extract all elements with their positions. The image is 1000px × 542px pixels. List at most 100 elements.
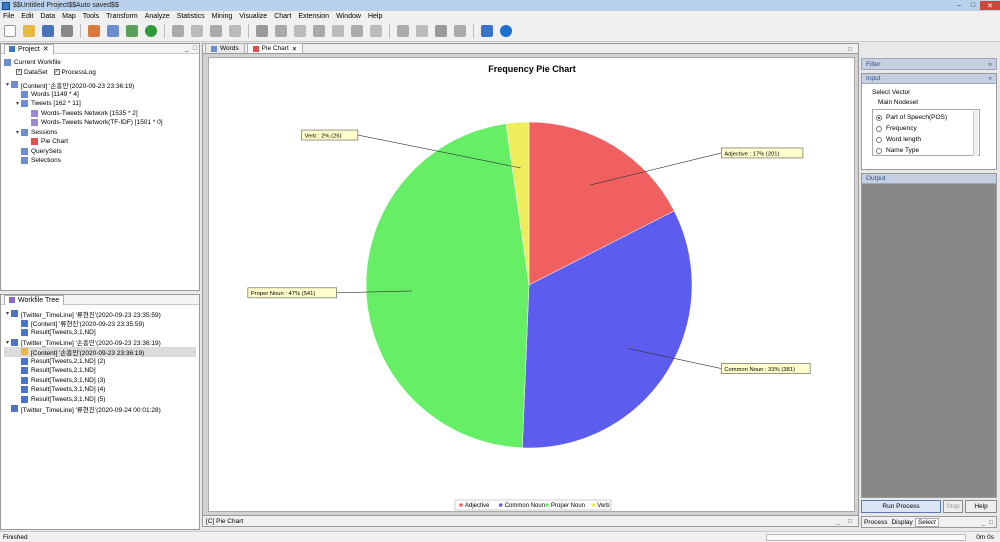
vector-option[interactable]: Frequency <box>876 123 976 134</box>
tree-item[interactable]: ▾ Sessions <box>4 128 196 138</box>
tree-item[interactable]: Words-Tweets Network [1535 * 2] <box>4 109 196 119</box>
run-icon[interactable] <box>145 25 157 37</box>
tree-item[interactable]: Result[Tweets,3,1,ND] (4) <box>4 385 196 395</box>
new-file-icon[interactable] <box>4 25 16 37</box>
expand-toggle-icon[interactable]: ▾ <box>14 100 21 107</box>
workfile-tree-tab[interactable]: Workfile Tree <box>4 294 65 305</box>
image-icon[interactable] <box>454 25 466 37</box>
radio-icon[interactable] <box>876 125 882 132</box>
help-button[interactable]: Help <box>965 500 997 513</box>
line-style-icon[interactable] <box>313 25 325 37</box>
select-tool-icon[interactable] <box>191 25 203 37</box>
color-icon[interactable] <box>275 25 287 37</box>
menu-chart[interactable]: Chart <box>274 13 291 20</box>
tree-item[interactable]: Result[Tweets,3,1,ND] (3) <box>4 376 196 386</box>
menu-mining[interactable]: Mining <box>212 13 233 20</box>
minimize-panel-button[interactable]: _ <box>183 45 191 52</box>
pie-slice-proper-noun[interactable] <box>365 123 530 449</box>
menu-file[interactable]: File <box>3 13 14 20</box>
vector-option[interactable]: Word length <box>876 134 976 145</box>
right-minimize-button[interactable]: _ <box>981 519 985 526</box>
window-icon[interactable] <box>481 25 493 37</box>
expand-icon[interactable]: » <box>988 61 992 68</box>
filter-header[interactable]: Filter» <box>862 59 996 69</box>
tree-item[interactable]: Result[Tweets,2,1,ND] <box>4 366 196 376</box>
bottom-maximize-button[interactable]: □ <box>848 518 852 525</box>
shape-icon[interactable] <box>294 25 306 37</box>
chart-icon[interactable] <box>435 25 447 37</box>
radio-icon[interactable] <box>876 147 882 154</box>
tree-item[interactable]: Pie Chart <box>4 137 196 147</box>
editor-maximize-button[interactable]: □ <box>848 46 852 53</box>
processlog-checkbox[interactable]: ✓ <box>53 69 60 76</box>
minimize-button[interactable]: – <box>952 1 966 10</box>
tree-item[interactable]: Result[Tweets,2,1,ND] (2) <box>4 357 196 367</box>
maximize-button[interactable]: □ <box>966 1 980 10</box>
radio-icon[interactable] <box>876 136 882 143</box>
tree-item[interactable]: ▾ [Content] '손흥민'(2020-09-23 23:36:19) <box>4 80 196 90</box>
tab-display[interactable]: Display <box>889 519 914 526</box>
link-tool-icon[interactable] <box>210 25 222 37</box>
help-icon[interactable] <box>500 25 512 37</box>
tab-words[interactable]: Words <box>205 43 245 53</box>
output-header[interactable]: Output <box>862 174 996 184</box>
tree-item[interactable]: [Content] '류현진'(2020-09-23 23:35:59) <box>4 319 196 328</box>
grid-icon[interactable] <box>397 25 409 37</box>
fit-tool-icon[interactable] <box>229 25 241 37</box>
tab-process[interactable]: Process <box>862 519 889 526</box>
expand-toggle-icon[interactable]: ▾ <box>4 310 11 317</box>
right-maximize-button[interactable]: □ <box>989 519 993 526</box>
expand-toggle-icon[interactable]: ▾ <box>4 339 11 346</box>
project-tab[interactable]: Project ✕ <box>4 43 54 54</box>
print-icon[interactable] <box>61 25 73 37</box>
vector-option[interactable]: Name Type <box>876 145 976 156</box>
menu-tools[interactable]: Tools <box>83 13 99 20</box>
tree-item[interactable]: Words [1149 * 4] <box>4 90 196 100</box>
arrow-icon[interactable] <box>332 25 344 37</box>
menu-transform[interactable]: Transform <box>106 13 138 20</box>
align-icon[interactable] <box>370 25 382 37</box>
menu-statistics[interactable]: Statistics <box>177 13 205 20</box>
save-icon[interactable] <box>42 25 54 37</box>
tree-item[interactable]: Words-Tweets Network(TF-IDF) [1501 * 0] <box>4 118 196 128</box>
vector-option[interactable]: Part of Speech(POS) <box>876 112 976 123</box>
menu-window[interactable]: Window <box>336 13 361 20</box>
tree-item[interactable]: ▾ [Twitter_TimeLine] '손흥민'(2020-09-23 23:… <box>4 338 196 347</box>
maximize-panel-button[interactable]: □ <box>191 45 199 52</box>
import-icon[interactable] <box>88 25 100 37</box>
tree-item[interactable]: Result[Tweets,3,1,ND] <box>4 328 196 338</box>
tab-pie-chart[interactable]: Pie Chart ✕ <box>246 43 304 53</box>
dataset-checkbox[interactable]: ✓ <box>16 69 22 76</box>
menu-help[interactable]: Help <box>368 13 382 20</box>
input-header[interactable]: Input « <box>862 74 996 84</box>
zoom-icon[interactable] <box>416 25 428 37</box>
list-scrollbar[interactable] <box>973 111 978 156</box>
tree-item[interactable]: Selections <box>4 156 196 166</box>
menu-data[interactable]: Data <box>40 13 55 20</box>
run-process-button[interactable]: Run Process <box>861 500 941 513</box>
menu-visualize[interactable]: Visualize <box>239 13 267 20</box>
tree-item[interactable]: ▾ Tweets [162 * 11] <box>4 99 196 109</box>
collapse-icon[interactable]: « <box>988 75 992 82</box>
tab-select[interactable]: Select <box>914 517 939 527</box>
menu-edit[interactable]: Edit <box>21 13 33 20</box>
arrow-right-icon[interactable] <box>351 25 363 37</box>
menu-analyze[interactable]: Analyze <box>145 13 170 20</box>
open-folder-icon[interactable] <box>23 25 35 37</box>
menu-map[interactable]: Map <box>62 13 76 20</box>
tree-item[interactable]: [Twitter_TimeLine] '류현진'(2020-09-24 00:0… <box>4 404 196 414</box>
radio-icon[interactable] <box>876 114 882 121</box>
tree-item[interactable]: QuerySets <box>4 147 196 157</box>
bottom-minimize-button[interactable]: _ <box>836 518 840 525</box>
tree-item[interactable]: ▾ [Twitter_TimeLine] '류현진'(2020-09-23 23:… <box>4 309 196 319</box>
tree-item[interactable]: Result[Tweets,3,1,ND] (5) <box>4 395 196 405</box>
expand-toggle-icon[interactable]: ▾ <box>14 129 21 136</box>
menu-extension[interactable]: Extension <box>298 13 329 20</box>
layout-icon[interactable] <box>256 25 268 37</box>
expand-toggle-icon[interactable]: ▾ <box>4 81 11 88</box>
close-button[interactable]: ✕ <box>980 1 1000 10</box>
table-icon[interactable] <box>126 25 138 37</box>
tree-item[interactable]: [Content] '손흥민'(2020-09-23 23:36:19) <box>4 347 196 357</box>
export-icon[interactable] <box>107 25 119 37</box>
stop-button[interactable]: Stop <box>943 500 963 513</box>
